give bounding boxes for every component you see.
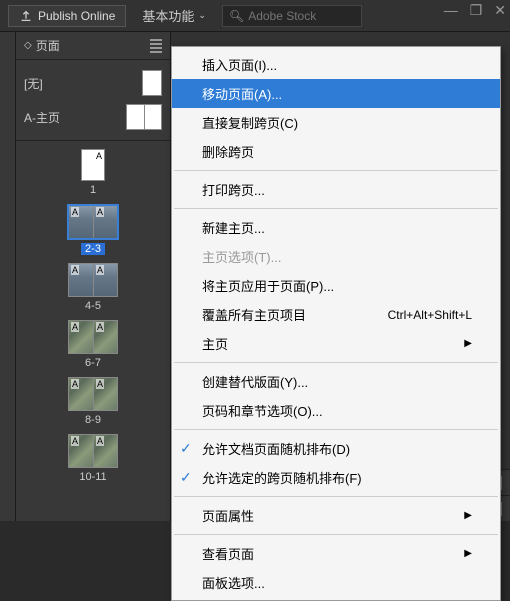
master-a-row[interactable]: A-主页	[24, 100, 162, 134]
submenu-arrow-icon: ▶	[464, 548, 472, 559]
stock-search-box[interactable]: 🔍︎	[222, 5, 362, 27]
menu-insert-pages[interactable]: 插入页面(I)...	[172, 50, 500, 79]
page-thumb: A	[81, 149, 105, 181]
master-indicator: A	[96, 379, 104, 389]
master-indicator: A	[96, 322, 104, 332]
master-a-thumb	[126, 104, 162, 130]
menu-move-pages[interactable]: 移动页面(A)...	[172, 79, 500, 108]
master-indicator: A	[71, 207, 79, 217]
master-indicator: A	[71, 322, 79, 332]
menu-separator	[174, 208, 498, 209]
menu-panel-options[interactable]: 面板选项...	[172, 568, 500, 597]
page-thumb: A	[93, 206, 117, 238]
menu-view-pages[interactable]: 查看页面▶	[172, 539, 500, 568]
page-thumb: A	[93, 321, 117, 353]
publish-online-button[interactable]: Publish Online	[8, 5, 126, 27]
thumbnails-container: A1AA2-3AA4-5AA6-7AA8-9AA10-11	[16, 141, 170, 521]
page-thumb-item[interactable]: AA8-9	[68, 377, 118, 426]
master-indicator: A	[71, 436, 79, 446]
page-number-label: 2-3	[81, 243, 105, 255]
page-thumb: A	[93, 378, 117, 410]
menu-override-all[interactable]: 覆盖所有主页项目Ctrl+Alt+Shift+L	[172, 300, 500, 329]
menu-master-pages[interactable]: 主页▶	[172, 329, 500, 358]
page-number-label: 6-7	[85, 357, 101, 369]
page-thumb-item[interactable]: AA2-3	[67, 204, 119, 255]
left-ruler	[0, 32, 16, 521]
chevron-down-icon: ⌄	[198, 10, 206, 21]
menu-separator	[174, 362, 498, 363]
spread-thumb: AA	[68, 263, 118, 297]
master-indicator: A	[96, 207, 104, 217]
workspace-selector[interactable]: 基本功能 ⌄	[134, 6, 214, 25]
menu-new-master[interactable]: 新建主页...	[172, 213, 500, 242]
master-none-thumb	[142, 70, 162, 96]
panel-title: 页面	[36, 37, 60, 54]
menu-create-alt[interactable]: 创建替代版面(Y)...	[172, 367, 500, 396]
menu-delete-spread[interactable]: 删除跨页	[172, 137, 500, 166]
menu-apply-master[interactable]: 将主页应用于页面(P)...	[172, 271, 500, 300]
menu-allow-shuffle-sel[interactable]: ✓允许选定的跨页随机排布(F)	[172, 463, 500, 492]
master-indicator: A	[96, 436, 104, 446]
spread-thumb: AA	[68, 377, 118, 411]
check-icon: ✓	[180, 440, 192, 457]
menu-print-spread[interactable]: 打印跨页...	[172, 175, 500, 204]
submenu-arrow-icon: ▶	[464, 510, 472, 521]
menu-separator	[174, 496, 498, 497]
restore-button[interactable]: ❐	[470, 2, 483, 19]
pages-context-menu: 插入页面(I)... 移动页面(A)... 直接复制跨页(C) 删除跨页 打印跨…	[171, 46, 501, 601]
spread-thumb: AA	[68, 320, 118, 354]
master-indicator: A	[96, 151, 102, 161]
search-icon: 🔍︎	[229, 9, 244, 23]
master-none-row[interactable]: [无]	[24, 66, 162, 100]
page-number-label: 10-11	[79, 471, 106, 483]
master-indicator: A	[71, 265, 79, 275]
upload-icon	[19, 9, 33, 23]
page-thumb: A	[93, 264, 117, 296]
search-input[interactable]	[248, 9, 355, 23]
master-none-label: [无]	[24, 75, 43, 92]
page-number-label: 1	[90, 184, 96, 196]
master-a-label: A-主页	[24, 109, 60, 126]
submenu-arrow-icon: ▶	[464, 338, 472, 349]
check-icon: ✓	[180, 469, 192, 486]
menu-master-options: 主页选项(T)...	[172, 242, 500, 271]
page-thumb: A	[69, 206, 93, 238]
page-thumb: A	[69, 264, 93, 296]
menu-separator	[174, 534, 498, 535]
page-thumb-item[interactable]: AA6-7	[68, 320, 118, 369]
page-thumb-item[interactable]: A1	[81, 149, 105, 196]
master-indicator: A	[71, 379, 79, 389]
workspace-label: 基本功能	[142, 6, 194, 25]
menu-duplicate-spread[interactable]: 直接复制跨页(C)	[172, 108, 500, 137]
page-thumb: A	[93, 435, 117, 467]
minimize-button[interactable]: —	[444, 2, 458, 19]
page-number-label: 4-5	[85, 300, 101, 312]
pages-panel: ◇ 页面 [无] A-主页 A1AA2-3AA4-5AA6-7AA8-9AA10…	[16, 32, 171, 521]
page-thumb-item[interactable]: AA10-11	[68, 434, 118, 483]
panel-menu-icon[interactable]	[150, 39, 162, 53]
page-thumb: A	[69, 321, 93, 353]
master-indicator: A	[96, 265, 104, 275]
menu-page-attrs[interactable]: 页面属性▶	[172, 501, 500, 530]
page-thumb: A	[69, 378, 93, 410]
menu-allow-shuffle-doc[interactable]: ✓允许文档页面随机排布(D)	[172, 434, 500, 463]
spread-thumb: AA	[67, 204, 119, 240]
spread-thumb: AA	[68, 434, 118, 468]
collapse-icon: ◇	[24, 40, 32, 51]
menu-numbering[interactable]: 页码和章节选项(O)...	[172, 396, 500, 425]
close-button[interactable]: ✕	[494, 2, 506, 19]
page-number-label: 8-9	[85, 414, 101, 426]
page-thumb: A	[69, 435, 93, 467]
menu-separator	[174, 429, 498, 430]
publish-label: Publish Online	[38, 9, 115, 23]
panel-header[interactable]: ◇ 页面	[16, 32, 170, 60]
page-thumb-item[interactable]: AA4-5	[68, 263, 118, 312]
menu-separator	[174, 170, 498, 171]
menu-shortcut: Ctrl+Alt+Shift+L	[388, 308, 472, 322]
